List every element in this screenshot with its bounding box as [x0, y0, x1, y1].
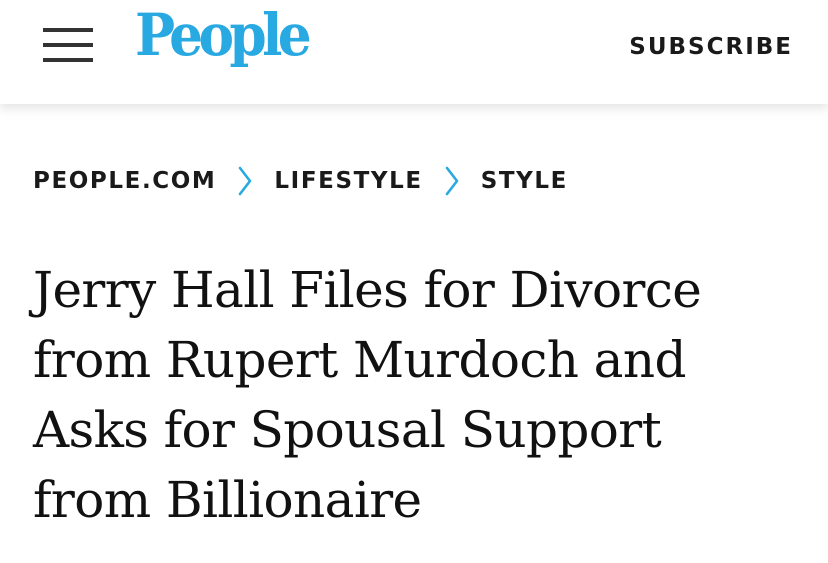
site-header: People SUBSCRIBE	[0, 0, 828, 104]
breadcrumb: PEOPLE.COM LIFESTYLE STYLE	[33, 164, 568, 198]
breadcrumb-item-people-com[interactable]: PEOPLE.COM	[33, 168, 216, 194]
menu-bar	[43, 43, 93, 47]
breadcrumb-item-style[interactable]: STYLE	[481, 168, 568, 194]
menu-bar	[43, 28, 93, 32]
headline-line: Jerry Hall Files for Divorce	[33, 261, 702, 319]
menu-bar	[43, 58, 93, 62]
hamburger-menu-icon[interactable]	[43, 26, 93, 64]
headline-line: from Billionaire	[33, 471, 422, 529]
chevron-right-icon	[445, 166, 459, 196]
subscribe-button[interactable]: SUBSCRIBE	[629, 34, 793, 60]
headline-line: Asks for Spousal Support	[33, 401, 662, 459]
headline-line: from Rupert Murdoch and	[33, 331, 686, 389]
people-logo[interactable]: People	[135, 6, 312, 64]
article-headline: Jerry Hall Files for Divorce from Rupert…	[33, 255, 813, 535]
chevron-right-icon	[239, 166, 252, 196]
breadcrumb-item-lifestyle[interactable]: LIFESTYLE	[274, 168, 422, 194]
